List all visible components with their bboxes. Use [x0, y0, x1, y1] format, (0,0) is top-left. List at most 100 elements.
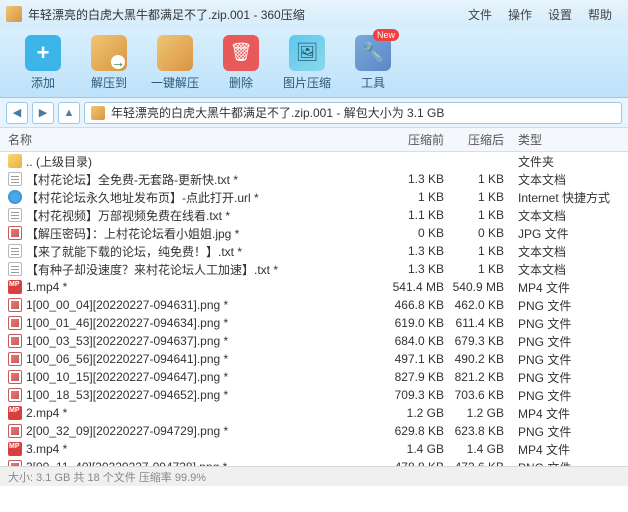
file-name: .. (上级目录)	[26, 153, 92, 170]
size-before: 1.3 KB	[380, 244, 450, 258]
menu-settings[interactable]: 设置	[548, 6, 572, 23]
window-title: 年轻漂亮的白虎大黑牛都满足不了.zip.001 - 360压缩	[28, 6, 468, 23]
size-after: 472.6 KB	[450, 460, 510, 466]
file-row[interactable]: 【村花论坛】全免费-无套路-更新快.txt *1.3 KB1 KB文本文档	[0, 170, 628, 188]
tools-label: 工具	[361, 74, 385, 91]
size-before: 1.2 GB	[380, 406, 450, 420]
file-type: JPG 文件	[510, 225, 620, 242]
col-before[interactable]: 压缩前	[380, 131, 450, 148]
file-name: 1.mp4 *	[26, 280, 67, 294]
png-icon	[8, 334, 22, 348]
file-row[interactable]: 【有种子却没速度？来村花论坛人工加速】.txt *1.3 KB1 KB文本文档	[0, 260, 628, 278]
size-before: 709.3 KB	[380, 388, 450, 402]
extract-label: 解压到	[91, 74, 127, 91]
file-row[interactable]: 1[00_00_04][20220227-094631].png * 466.8 …	[0, 296, 628, 314]
file-name: 1[00_06_56][20220227-094641].png *	[26, 352, 228, 366]
extract-button[interactable]: 解压到	[76, 35, 142, 91]
txt-icon	[8, 208, 22, 222]
imgzip-button[interactable]: 图片压缩	[274, 35, 340, 91]
tools-button[interactable]: New 工具	[340, 35, 406, 91]
file-row[interactable]: 1[00_10_15][20220227-094647].png * 827.9 …	[0, 368, 628, 386]
file-type: PNG 文件	[510, 387, 620, 404]
size-before: 684.0 KB	[380, 334, 450, 348]
file-type: MP4 文件	[510, 405, 620, 422]
imgzip-label: 图片压缩	[283, 74, 331, 91]
size-after: 490.2 KB	[450, 352, 510, 366]
file-row[interactable]: 3.mp4 *1.4 GB1.4 GBMP4 文件	[0, 440, 628, 458]
file-row[interactable]: 1[00_18_53][20220227-094652].png *709.3 …	[0, 386, 628, 404]
size-after: 540.9 MB	[450, 280, 510, 294]
file-row[interactable]: .. (上级目录) 文件夹	[0, 152, 628, 170]
menu-file[interactable]: 文件	[468, 6, 492, 23]
add-button[interactable]: 添加	[10, 35, 76, 91]
col-type[interactable]: 类型	[510, 131, 620, 148]
size-after: 1 KB	[450, 262, 510, 276]
size-before: 827.9 KB	[380, 370, 450, 384]
file-type: 文件夹	[510, 153, 620, 170]
png-icon	[8, 316, 22, 330]
size-after: 1 KB	[450, 208, 510, 222]
plus-icon	[25, 35, 61, 71]
folder-icon	[8, 154, 22, 168]
size-before: 1 KB	[380, 190, 450, 204]
size-before: 0 KB	[380, 226, 450, 240]
file-row[interactable]: 3[00_11_40][20220227-094738].png *478.8 …	[0, 458, 628, 466]
col-name[interactable]: 名称	[0, 131, 380, 148]
size-after: 703.6 KB	[450, 388, 510, 402]
size-after: 1 KB	[450, 172, 510, 186]
file-row[interactable]: 1[00_01_46][20220227-094634].png *619.0 …	[0, 314, 628, 332]
file-row[interactable]: 【村花视频】万部视频免费在线看.txt * 1.1 KB1 KB文本文档	[0, 206, 628, 224]
file-type: MP4 文件	[510, 441, 620, 458]
file-type: PNG 文件	[510, 333, 620, 350]
png-icon	[8, 352, 22, 366]
file-type: PNG 文件	[510, 315, 620, 332]
size-before: 1.1 KB	[380, 208, 450, 222]
file-row[interactable]: 【村花论坛永久地址发布页】-点此打开.url *1 KB1 KBInternet…	[0, 188, 628, 206]
file-name: 3.mp4 *	[26, 442, 67, 456]
oneclick-button[interactable]: 一键解压	[142, 35, 208, 91]
size-after: 623.8 KB	[450, 424, 510, 438]
delete-button[interactable]: 删除	[208, 35, 274, 91]
file-name: 1[00_00_04][20220227-094631].png *	[26, 298, 228, 312]
col-after[interactable]: 压缩后	[450, 131, 510, 148]
file-type: PNG 文件	[510, 369, 620, 386]
file-row[interactable]: 2.mp4 *1.2 GB1.2 GBMP4 文件	[0, 404, 628, 422]
size-after: 1 KB	[450, 244, 510, 258]
app-icon	[6, 6, 22, 22]
file-row[interactable]: 【解压密码】：上村花论坛看小姐姐.jpg *0 KB0 KBJPG 文件	[0, 224, 628, 242]
mp4-icon	[8, 406, 22, 420]
forward-button[interactable]: ▶	[32, 102, 54, 124]
menu-ops[interactable]: 操作	[508, 6, 532, 23]
add-label: 添加	[31, 74, 55, 91]
file-row[interactable]: 1.mp4 *541.4 MB540.9 MBMP4 文件	[0, 278, 628, 296]
up-button[interactable]: ▲	[58, 102, 80, 124]
trash-icon	[223, 35, 259, 71]
file-type: 文本文档	[510, 261, 620, 278]
file-name: 【村花论坛永久地址发布页】-点此打开.url *	[26, 189, 259, 206]
size-before: 619.0 KB	[380, 316, 450, 330]
size-before: 466.8 KB	[380, 298, 450, 312]
txt-icon	[8, 262, 22, 276]
file-type: 文本文档	[510, 207, 620, 224]
size-before: 629.8 KB	[380, 424, 450, 438]
file-name: 【村花视频】万部视频免费在线看.txt *	[26, 207, 230, 224]
size-before: 497.1 KB	[380, 352, 450, 366]
file-row[interactable]: 2[00_32_09][20220227-094729].png *629.8 …	[0, 422, 628, 440]
file-name: 1[00_10_15][20220227-094647].png *	[26, 370, 228, 384]
status-bar: 大小: 3.1 GB 共 18 个文件 压缩率 99.9%	[0, 466, 628, 486]
file-row[interactable]: 1[00_06_56][20220227-094641].png * 497.1 …	[0, 350, 628, 368]
file-name: 【解压密码】：上村花论坛看小姐姐.jpg *	[26, 225, 239, 242]
back-button[interactable]: ◀	[6, 102, 28, 124]
menu-help[interactable]: 帮助	[588, 6, 612, 23]
file-type: MP4 文件	[510, 279, 620, 296]
file-row[interactable]: 【来了就能下载的论坛，纯免费！】.txt *1.3 KB1 KB文本文档	[0, 242, 628, 260]
txt-icon	[8, 244, 22, 258]
path-bar[interactable]: 年轻漂亮的白虎大黑牛都满足不了.zip.001 - 解包大小为 3.1 GB	[84, 102, 622, 124]
mp4-icon	[8, 442, 22, 456]
file-row[interactable]: 1[00_03_53][20220227-094637].png *684.0 …	[0, 332, 628, 350]
url-icon	[8, 190, 22, 204]
png-icon	[8, 460, 22, 466]
size-after: 611.4 KB	[450, 316, 510, 330]
size-before: 1.4 GB	[380, 442, 450, 456]
file-type: Internet 快捷方式	[510, 189, 620, 206]
